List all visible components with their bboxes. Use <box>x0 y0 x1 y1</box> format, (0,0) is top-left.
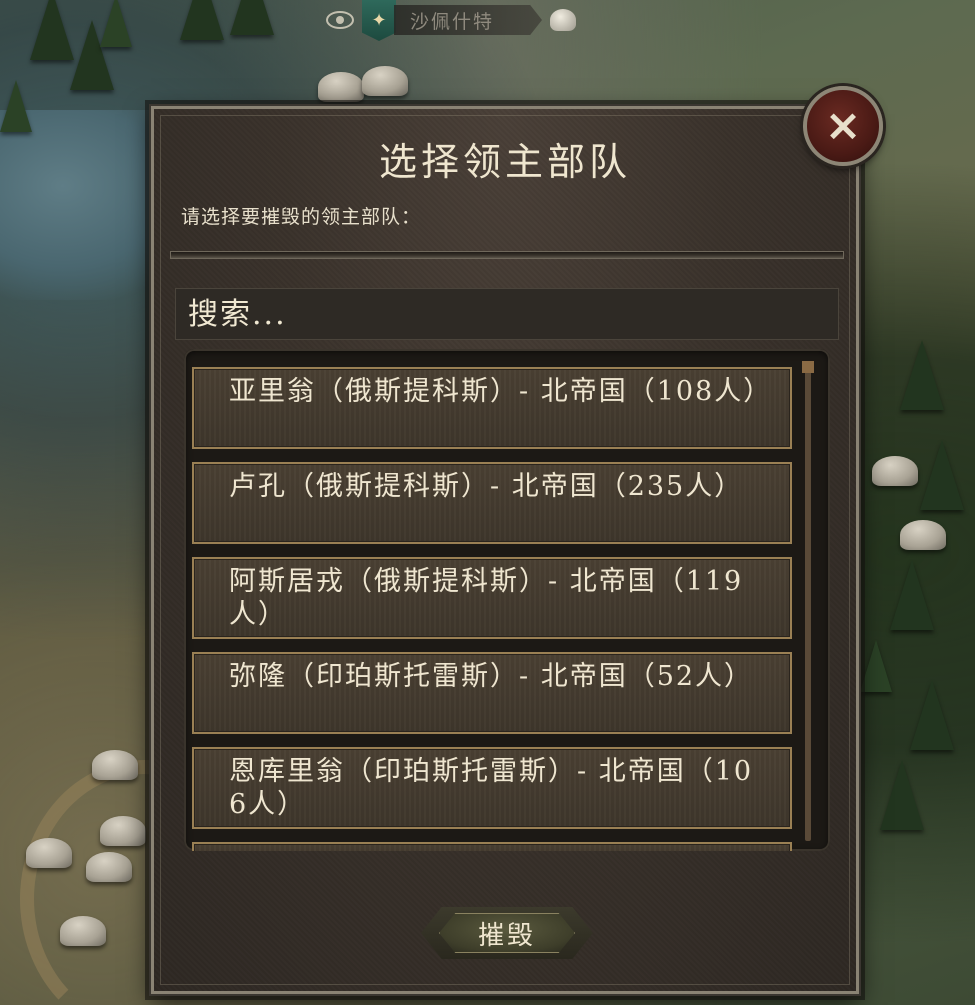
party-list: 亚里翁（俄斯提科斯）- 北帝国（108人） 卢孔（俄斯提科斯）- 北帝国（235… <box>192 367 792 851</box>
scrollbar[interactable] <box>802 361 814 841</box>
tree <box>180 0 224 40</box>
tree <box>910 680 954 750</box>
list-item[interactable]: 弥隆（印珀斯托雷斯）- 北帝国（52人） <box>192 652 792 734</box>
tent <box>60 916 106 946</box>
location-name: 沙佩什特 <box>394 5 543 35</box>
tree <box>890 560 934 630</box>
tent <box>92 750 138 780</box>
list-item[interactable]: 亚里翁（俄斯提科斯）- 北帝国（108人） <box>192 367 792 449</box>
eye-icon <box>326 11 354 29</box>
tent <box>26 838 72 868</box>
list-item[interactable]: 卢孔（俄斯提科斯）- 北帝国（235人） <box>192 462 792 544</box>
tree <box>30 0 74 60</box>
search-input[interactable] <box>175 288 839 340</box>
select-lord-party-dialog: 选择领主部队 请选择要摧毁的领主部队： 亚里翁（俄斯提科斯）- 北帝国（108人… <box>149 104 861 996</box>
tent <box>900 520 946 550</box>
list-item[interactable]: 阿斯居戎（俄斯提科斯）- 北帝国（119人） <box>192 557 792 639</box>
tent <box>318 72 364 102</box>
tree <box>0 80 32 132</box>
dialog-subtitle: 请选择要摧毁的领主部队： <box>181 206 422 228</box>
destroy-button[interactable]: 摧毁 <box>421 907 593 959</box>
list-item[interactable]: 恩库里翁（印珀斯托雷斯）- 北帝国（106人） <box>192 747 792 829</box>
tent <box>86 852 132 882</box>
destroy-button-label: 摧毁 <box>477 920 536 951</box>
list-item-partial[interactable] <box>192 842 792 851</box>
tree <box>880 760 924 830</box>
faction-banner-icon: ✦ <box>362 0 396 41</box>
dialog-title: 选择领主部队 <box>378 140 631 184</box>
scrollbar-thumb[interactable] <box>802 361 814 373</box>
tree <box>100 0 132 47</box>
tent <box>100 816 146 846</box>
divider <box>170 251 844 259</box>
tree <box>920 440 964 510</box>
close-icon: × <box>824 100 862 151</box>
tree <box>900 340 944 410</box>
tent <box>872 456 918 486</box>
party-list-panel: 亚里翁（俄斯提科斯）- 北帝国（108人） 卢孔（俄斯提科斯）- 北帝国（235… <box>184 349 830 851</box>
close-button[interactable]: × <box>803 86 883 166</box>
tree <box>230 0 274 35</box>
tent <box>362 66 408 96</box>
helmet-icon <box>550 9 577 31</box>
tree <box>860 640 892 692</box>
map-location-label[interactable]: ✦ 沙佩什特 <box>326 0 577 41</box>
